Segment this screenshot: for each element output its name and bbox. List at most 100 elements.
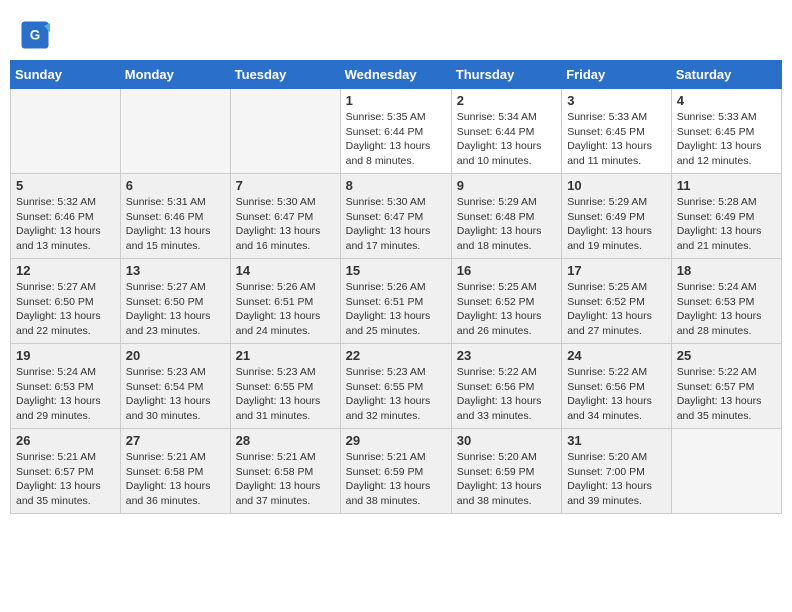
day-number: 14 <box>236 263 335 278</box>
calendar-cell: 10 Sunrise: 5:29 AM Sunset: 6:49 PM Dayli… <box>562 174 672 259</box>
day-number: 21 <box>236 348 335 363</box>
day-number: 9 <box>457 178 556 193</box>
day-info: Sunrise: 5:33 AM Sunset: 6:45 PM Dayligh… <box>677 110 776 169</box>
day-info: Sunrise: 5:29 AM Sunset: 6:49 PM Dayligh… <box>567 195 666 254</box>
day-number: 10 <box>567 178 666 193</box>
calendar-cell: 9 Sunrise: 5:29 AM Sunset: 6:48 PM Daylig… <box>451 174 561 259</box>
day-info: Sunrise: 5:23 AM Sunset: 6:54 PM Dayligh… <box>126 365 225 424</box>
calendar-cell: 1 Sunrise: 5:35 AM Sunset: 6:44 PM Daylig… <box>340 89 451 174</box>
day-info: Sunrise: 5:30 AM Sunset: 6:47 PM Dayligh… <box>346 195 446 254</box>
day-number: 25 <box>677 348 776 363</box>
calendar-cell: 22Sunrise: 5:23 AM Sunset: 6:55 PM Dayli… <box>340 344 451 429</box>
day-number: 11 <box>677 178 776 193</box>
calendar-cell: 14 Sunrise: 5:26 AM Sunset: 6:51 PM Dayli… <box>230 259 340 344</box>
calendar-week-2: 5 Sunrise: 5:32 AM Sunset: 6:46 PM Daylig… <box>11 174 782 259</box>
calendar-cell: 5 Sunrise: 5:32 AM Sunset: 6:46 PM Daylig… <box>11 174 121 259</box>
calendar-cell: 31 Sunrise: 5:20 AM Sunset: 7:00 PM Dayli… <box>562 429 672 514</box>
calendar-cell: 24 Sunrise: 5:22 AM Sunset: 6:56 PM Dayli… <box>562 344 672 429</box>
day-number: 29 <box>346 433 446 448</box>
weekday-header-wednesday: Wednesday <box>340 61 451 89</box>
day-info: Sunrise: 5:21 AM Sunset: 6:58 PM Dayligh… <box>236 450 335 509</box>
day-info: Sunrise: 5:21 AM Sunset: 6:58 PM Dayligh… <box>126 450 225 509</box>
calendar-cell: 19 Sunrise: 5:24 AM Sunset: 6:53 PM Dayli… <box>11 344 121 429</box>
weekday-header-monday: Monday <box>120 61 230 89</box>
day-number: 23 <box>457 348 556 363</box>
day-number: 7 <box>236 178 335 193</box>
day-info: Sunrise: 5:24 AM Sunset: 6:53 PM Dayligh… <box>16 365 115 424</box>
day-number: 28 <box>236 433 335 448</box>
day-info: Sunrise: 5:21 AM Sunset: 6:59 PM Dayligh… <box>346 450 446 509</box>
day-number: 5 <box>16 178 115 193</box>
day-info: Sunrise: 5:25 AM Sunset: 6:52 PM Dayligh… <box>457 280 556 339</box>
day-info: Sunrise: 5:26 AM Sunset: 6:51 PM Dayligh… <box>346 280 446 339</box>
day-number: 19 <box>16 348 115 363</box>
day-info: Sunrise: 5:24 AM Sunset: 6:53 PM Dayligh… <box>677 280 776 339</box>
day-number: 24 <box>567 348 666 363</box>
weekday-header-tuesday: Tuesday <box>230 61 340 89</box>
calendar-cell: 18 Sunrise: 5:24 AM Sunset: 6:53 PM Dayli… <box>671 259 781 344</box>
day-number: 12 <box>16 263 115 278</box>
calendar-cell: 21Sunrise: 5:23 AM Sunset: 6:55 PM Dayli… <box>230 344 340 429</box>
day-info: Sunrise: 5:29 AM Sunset: 6:48 PM Dayligh… <box>457 195 556 254</box>
calendar-cell: 12 Sunrise: 5:27 AM Sunset: 6:50 PM Dayli… <box>11 259 121 344</box>
calendar-cell <box>120 89 230 174</box>
calendar-cell: 13Sunrise: 5:27 AM Sunset: 6:50 PM Dayli… <box>120 259 230 344</box>
day-info: Sunrise: 5:20 AM Sunset: 7:00 PM Dayligh… <box>567 450 666 509</box>
day-number: 15 <box>346 263 446 278</box>
day-number: 26 <box>16 433 115 448</box>
weekday-header-thursday: Thursday <box>451 61 561 89</box>
calendar-cell: 17 Sunrise: 5:25 AM Sunset: 6:52 PM Dayli… <box>562 259 672 344</box>
day-number: 20 <box>126 348 225 363</box>
calendar-week-1: 1 Sunrise: 5:35 AM Sunset: 6:44 PM Daylig… <box>11 89 782 174</box>
calendar-cell <box>11 89 121 174</box>
weekday-header-row: SundayMondayTuesdayWednesdayThursdayFrid… <box>11 61 782 89</box>
calendar-cell: 15 Sunrise: 5:26 AM Sunset: 6:51 PM Dayli… <box>340 259 451 344</box>
calendar-cell: 20 Sunrise: 5:23 AM Sunset: 6:54 PM Dayli… <box>120 344 230 429</box>
calendar-cell: 29 Sunrise: 5:21 AM Sunset: 6:59 PM Dayli… <box>340 429 451 514</box>
calendar-cell: 16 Sunrise: 5:25 AM Sunset: 6:52 PM Dayli… <box>451 259 561 344</box>
calendar-cell: 2 Sunrise: 5:34 AM Sunset: 6:44 PM Daylig… <box>451 89 561 174</box>
day-info: Sunrise: 5:28 AM Sunset: 6:49 PM Dayligh… <box>677 195 776 254</box>
calendar-cell: 4 Sunrise: 5:33 AM Sunset: 6:45 PM Daylig… <box>671 89 781 174</box>
day-number: 2 <box>457 93 556 108</box>
day-number: 1 <box>346 93 446 108</box>
day-number: 4 <box>677 93 776 108</box>
calendar-week-5: 26 Sunrise: 5:21 AM Sunset: 6:57 PM Dayli… <box>11 429 782 514</box>
calendar-cell: 7Sunrise: 5:30 AM Sunset: 6:47 PM Daylig… <box>230 174 340 259</box>
calendar-cell: 8Sunrise: 5:30 AM Sunset: 6:47 PM Daylig… <box>340 174 451 259</box>
day-info: Sunrise: 5:21 AM Sunset: 6:57 PM Dayligh… <box>16 450 115 509</box>
day-info: Sunrise: 5:27 AM Sunset: 6:50 PM Dayligh… <box>16 280 115 339</box>
logo: G <box>20 20 52 50</box>
svg-text:G: G <box>30 28 41 43</box>
day-info: Sunrise: 5:22 AM Sunset: 6:56 PM Dayligh… <box>567 365 666 424</box>
day-number: 13 <box>126 263 225 278</box>
calendar-cell: 26 Sunrise: 5:21 AM Sunset: 6:57 PM Dayli… <box>11 429 121 514</box>
calendar-cell: 23 Sunrise: 5:22 AM Sunset: 6:56 PM Dayli… <box>451 344 561 429</box>
day-number: 18 <box>677 263 776 278</box>
day-info: Sunrise: 5:20 AM Sunset: 6:59 PM Dayligh… <box>457 450 556 509</box>
calendar-cell <box>671 429 781 514</box>
calendar-cell: 28 Sunrise: 5:21 AM Sunset: 6:58 PM Dayli… <box>230 429 340 514</box>
calendar-cell: 6Sunrise: 5:31 AM Sunset: 6:46 PM Daylig… <box>120 174 230 259</box>
day-number: 16 <box>457 263 556 278</box>
weekday-header-sunday: Sunday <box>11 61 121 89</box>
day-number: 17 <box>567 263 666 278</box>
day-info: Sunrise: 5:34 AM Sunset: 6:44 PM Dayligh… <box>457 110 556 169</box>
day-number: 30 <box>457 433 556 448</box>
calendar-cell: 27 Sunrise: 5:21 AM Sunset: 6:58 PM Dayli… <box>120 429 230 514</box>
day-info: Sunrise: 5:25 AM Sunset: 6:52 PM Dayligh… <box>567 280 666 339</box>
calendar-week-4: 19 Sunrise: 5:24 AM Sunset: 6:53 PM Dayli… <box>11 344 782 429</box>
calendar-table: SundayMondayTuesdayWednesdayThursdayFrid… <box>10 60 782 514</box>
day-info: Sunrise: 5:22 AM Sunset: 6:56 PM Dayligh… <box>457 365 556 424</box>
day-info: Sunrise: 5:22 AM Sunset: 6:57 PM Dayligh… <box>677 365 776 424</box>
page-header: G <box>10 10 782 55</box>
calendar-cell: 11 Sunrise: 5:28 AM Sunset: 6:49 PM Dayli… <box>671 174 781 259</box>
day-info: Sunrise: 5:35 AM Sunset: 6:44 PM Dayligh… <box>346 110 446 169</box>
weekday-header-saturday: Saturday <box>671 61 781 89</box>
weekday-header-friday: Friday <box>562 61 672 89</box>
day-info: Sunrise: 5:26 AM Sunset: 6:51 PM Dayligh… <box>236 280 335 339</box>
day-number: 22 <box>346 348 446 363</box>
day-number: 27 <box>126 433 225 448</box>
day-info: Sunrise: 5:32 AM Sunset: 6:46 PM Dayligh… <box>16 195 115 254</box>
day-number: 31 <box>567 433 666 448</box>
